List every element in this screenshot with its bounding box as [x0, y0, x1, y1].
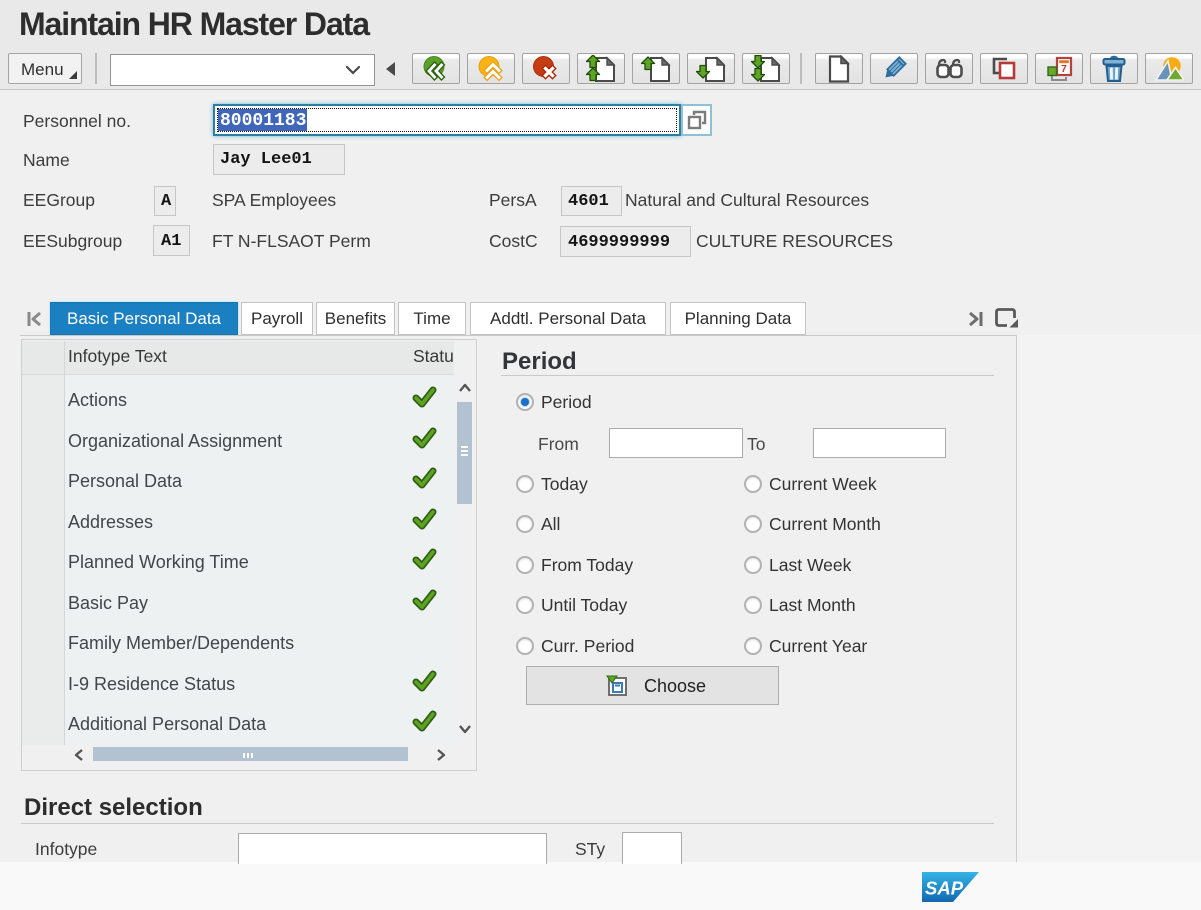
- svg-text:7: 7: [1061, 63, 1067, 75]
- svg-text:SAP: SAP: [925, 878, 964, 899]
